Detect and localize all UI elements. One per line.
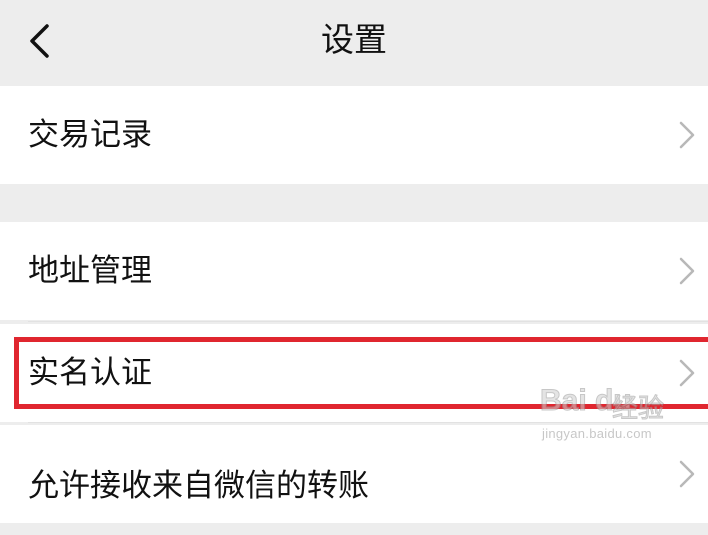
list-item-address-management[interactable]: 地址管理	[0, 222, 708, 320]
chevron-right-icon	[679, 460, 695, 488]
divider	[28, 321, 708, 322]
chevron-right-icon	[679, 121, 695, 149]
list-item-allow-wechat-transfers[interactable]: 允许接收来自微信的转账	[0, 425, 708, 523]
chevron-right-icon	[679, 257, 695, 285]
navigation-bar: 设置	[0, 0, 708, 84]
list-item-label: 允许接收来自微信的转账	[28, 468, 369, 504]
list-item-label: 地址管理	[28, 253, 152, 289]
list-item-transaction-records[interactable]: 交易记录	[0, 86, 708, 184]
list-item-real-name-verification[interactable]: 实名认证	[0, 324, 708, 422]
list-item-label: 交易记录	[28, 117, 152, 153]
page-title: 设置	[321, 20, 387, 59]
chevron-right-icon	[679, 359, 695, 387]
list-item-label: 实名认证	[28, 355, 152, 391]
divider	[28, 422, 708, 423]
